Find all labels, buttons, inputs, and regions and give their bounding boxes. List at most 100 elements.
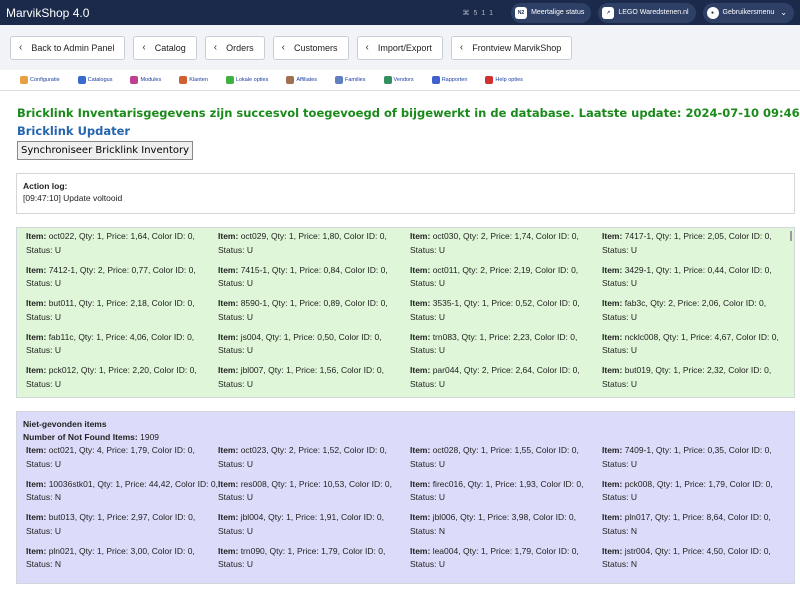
item-field: 4,67 xyxy=(714,331,732,342)
menu-item-6[interactable]: Families xyxy=(335,76,366,84)
item-field: 0 xyxy=(765,478,771,489)
item-field: 2 xyxy=(480,264,486,275)
item-field: Price: xyxy=(491,298,514,309)
main-content: Configuratie Catalogus Modules Klanten Lokal… xyxy=(0,70,800,590)
item-field: Status: xyxy=(602,345,629,356)
item-field: Item: xyxy=(218,231,239,241)
item-field: Qty: xyxy=(271,264,288,275)
item-field: Item: xyxy=(410,331,431,342)
orders-button[interactable]: ‹ Orders xyxy=(204,35,265,60)
menu-icon xyxy=(130,76,139,84)
back-to-admin-button[interactable]: ‹ Back to Admin Panel xyxy=(10,35,126,60)
item-field: 1,55 xyxy=(514,445,532,455)
item-field: 1 xyxy=(480,545,486,556)
catalog-button[interactable]: ‹ Catalog xyxy=(133,35,197,60)
sync-inventory-button[interactable]: Synchroniseer Bricklink Inventory xyxy=(17,141,194,160)
item-field: U xyxy=(246,311,253,322)
list-item: Item: jbl007, Qty: 1, Price: 1,56, Color… xyxy=(218,365,384,389)
item-field: 1 xyxy=(674,478,680,489)
item-field: Qty: xyxy=(79,264,96,275)
item-field: Color ID: xyxy=(151,331,185,342)
item-field: Qty: xyxy=(654,512,671,523)
frontview-button[interactable]: ‹ Frontview MarvikShop xyxy=(450,35,573,60)
item-field: 7417-1 xyxy=(624,231,652,241)
item-field: Color ID: xyxy=(340,512,375,523)
updated-items-panel[interactable]: Item: oct022, Qty: 1, Price: 1,64, Color… xyxy=(16,227,795,398)
item-field: Color ID: xyxy=(532,512,567,523)
scrollbar[interactable] xyxy=(790,231,792,241)
menu-item-1[interactable]: Catalogus xyxy=(77,76,112,84)
user-icon: ● xyxy=(706,6,719,19)
item-field: Item: xyxy=(410,512,431,523)
item-field: 0 xyxy=(384,478,390,489)
item-field: 1 xyxy=(96,231,102,241)
menu-item-3[interactable]: Klanten xyxy=(179,76,208,84)
list-item: Item: 8590-1, Qty: 1, Price: 0,89, Color… xyxy=(218,298,388,322)
item-field: Status: xyxy=(26,278,53,289)
item-field: Qty: xyxy=(467,478,484,489)
item-field: Status: xyxy=(26,378,53,389)
menu-item-4[interactable]: Lokale opties xyxy=(225,76,269,84)
item-field: 1 xyxy=(286,365,291,376)
item-field: Status: xyxy=(410,278,437,289)
item-field: 4 xyxy=(96,445,102,455)
item-field: U xyxy=(246,458,253,469)
item-field: Qty: xyxy=(268,512,284,523)
item-field: Color ID: xyxy=(338,331,373,342)
import-export-button[interactable]: ‹ Import/Export xyxy=(356,35,443,60)
item-field: 0 xyxy=(187,298,193,309)
item-field: oct022 xyxy=(48,231,75,241)
list-item: Item: 10036stk01, Qty: 1, Price: 44,42, … xyxy=(26,478,218,503)
item-field: trn090 xyxy=(240,545,265,556)
menu-item-9[interactable]: Help opties xyxy=(485,76,523,84)
user-menu-button[interactable]: ● Gebruikersmenu ⌄ xyxy=(702,2,794,23)
menu-item-5[interactable]: Affiliates xyxy=(286,76,317,84)
menu-item-0[interactable]: Configuratie xyxy=(20,76,60,84)
item-field: Color ID: xyxy=(151,231,186,241)
item-field: Price: xyxy=(488,331,511,342)
item-field: Item: xyxy=(602,365,623,376)
chevron-left-icon: ‹ xyxy=(365,42,369,53)
item-field: Color ID: xyxy=(535,545,570,556)
menu-item-7[interactable]: Vendors xyxy=(383,76,414,84)
list-item: Item: par044, Qty: 2, Price: 2,64, Color… xyxy=(410,365,580,389)
item-field: Item: xyxy=(602,264,623,275)
item-field: Color ID: xyxy=(152,264,187,275)
list-item: Item: oct011, Qty: 2, Price: 2,19, Color… xyxy=(410,264,579,289)
item-field: Item: xyxy=(26,231,47,241)
item-field: Price: xyxy=(124,478,147,489)
customers-button[interactable]: ‹ Customers xyxy=(272,35,349,60)
item-field: 0,77 xyxy=(131,264,148,275)
item-field: Qty: xyxy=(80,365,97,376)
item-field: Color ID: xyxy=(536,298,571,309)
not-found-panel[interactable]: Niet-gevonden items Number of Not Found … xyxy=(16,411,795,584)
admin-nav: ‹ Back to Admin Panel ‹ Catalog ‹ Orders ‹ C… xyxy=(0,25,800,70)
item-field: Status: xyxy=(218,559,245,570)
item-field: Color ID: xyxy=(535,231,570,241)
not-found-count: Number of Not Found Items: 1909 xyxy=(23,432,160,442)
list-item: Item: js004, Qty: 1, Price: 0,50, Color … xyxy=(218,331,382,356)
storefront-link-button[interactable]: ↗ LEGO Waredstenen.nl xyxy=(598,2,696,23)
item-field: Status: xyxy=(218,525,245,536)
item-field: Qty: xyxy=(655,231,672,241)
menu-item-label: Help opties xyxy=(495,77,523,83)
item-field: 0 xyxy=(376,365,382,376)
item-field: Price: xyxy=(298,478,321,489)
menu-item-8[interactable]: Rapporten xyxy=(431,76,467,84)
item-field: Qty: xyxy=(79,512,96,523)
item-field: Item: xyxy=(410,264,431,275)
action-log: Action log: [09:47:10] Update voltooid xyxy=(16,173,795,214)
language-status-button[interactable]: N2 Meertalige status xyxy=(511,2,592,23)
external-link-icon: ↗ xyxy=(602,6,615,19)
item-field: 3535-1 xyxy=(432,298,460,309)
item-field: Item: xyxy=(218,445,239,455)
item-field: Item: xyxy=(410,365,431,376)
list-item: Item: oct028, Qty: 1, Price: 1,55, Color… xyxy=(410,445,579,469)
item-field: Qty: xyxy=(650,298,666,309)
menu-item-2[interactable]: Modules xyxy=(130,76,161,84)
item-field: 0,84 xyxy=(323,264,340,275)
menu-item-label: Lokale opties xyxy=(235,77,269,83)
item-field: Item: xyxy=(602,512,623,523)
item-field: 1 xyxy=(673,445,679,455)
item-field: 0 xyxy=(764,445,770,455)
